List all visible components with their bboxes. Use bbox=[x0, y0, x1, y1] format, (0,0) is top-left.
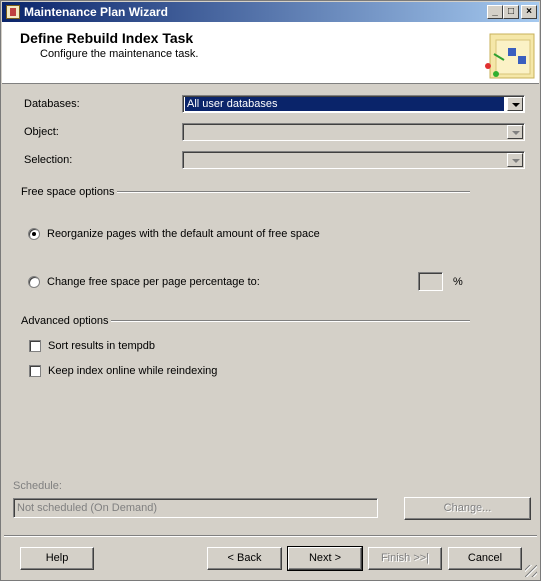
footer-divider bbox=[4, 535, 537, 537]
databases-label: Databases: bbox=[24, 98, 80, 110]
back-button[interactable]: < Back bbox=[207, 547, 282, 570]
chevron-down-icon[interactable] bbox=[507, 125, 523, 139]
maximize-button[interactable]: □ bbox=[503, 5, 519, 19]
page-subtitle: Configure the maintenance task. bbox=[40, 48, 199, 60]
window-title: Maintenance Plan Wizard bbox=[24, 5, 168, 19]
percent-free-space-radio[interactable] bbox=[28, 276, 40, 288]
advanced-group-label: Advanced options bbox=[21, 315, 109, 327]
wizard-header: Define Rebuild Index Task Configure the … bbox=[2, 22, 539, 84]
percent-unit-label: % bbox=[453, 276, 463, 288]
wizard-window: Maintenance Plan Wizard _ □ × Define Reb… bbox=[0, 0, 541, 581]
page-title: Define Rebuild Index Task bbox=[20, 30, 194, 46]
title-bar[interactable]: Maintenance Plan Wizard _ □ × bbox=[2, 2, 539, 22]
advanced-divider bbox=[111, 320, 470, 322]
resize-grip-icon[interactable] bbox=[525, 565, 537, 577]
object-selected-value bbox=[185, 125, 504, 139]
keep-online-label[interactable]: Keep index online while reindexing bbox=[48, 365, 217, 377]
object-label: Object: bbox=[24, 126, 59, 138]
selection-selected-value bbox=[185, 153, 504, 167]
databases-selected-value: All user databases bbox=[185, 97, 504, 111]
selection-dropdown[interactable] bbox=[182, 151, 525, 169]
sort-tempdb-label[interactable]: Sort results in tempdb bbox=[48, 340, 155, 352]
databases-dropdown[interactable]: All user databases bbox=[182, 95, 525, 113]
cancel-button[interactable]: Cancel bbox=[448, 547, 522, 570]
chevron-down-icon[interactable] bbox=[507, 153, 523, 167]
next-button[interactable]: Next > bbox=[287, 546, 363, 571]
percent-input[interactable] bbox=[418, 272, 443, 291]
sort-tempdb-checkbox[interactable] bbox=[29, 340, 41, 352]
object-dropdown[interactable] bbox=[182, 123, 525, 141]
close-button[interactable]: × bbox=[521, 5, 537, 19]
default-free-space-label[interactable]: Reorganize pages with the default amount… bbox=[47, 228, 320, 240]
finish-button[interactable]: Finish >>| bbox=[368, 547, 442, 570]
minimize-button[interactable]: _ bbox=[487, 5, 503, 19]
chevron-down-icon[interactable] bbox=[507, 97, 523, 111]
wizard-app-icon bbox=[6, 5, 20, 19]
keep-online-checkbox[interactable] bbox=[29, 365, 41, 377]
free-space-group-label: Free space options bbox=[21, 186, 115, 198]
schedule-field: Not scheduled (On Demand) bbox=[13, 498, 378, 518]
selection-label: Selection: bbox=[24, 154, 73, 166]
default-free-space-radio[interactable] bbox=[28, 228, 40, 240]
change-schedule-button[interactable]: Change... bbox=[404, 497, 531, 520]
wizard-graphic-icon bbox=[485, 33, 535, 79]
schedule-label: Schedule: bbox=[13, 480, 62, 492]
free-space-divider bbox=[117, 191, 470, 193]
help-button[interactable]: Help bbox=[20, 547, 94, 570]
percent-free-space-label[interactable]: Change free space per page percentage to… bbox=[47, 276, 260, 288]
